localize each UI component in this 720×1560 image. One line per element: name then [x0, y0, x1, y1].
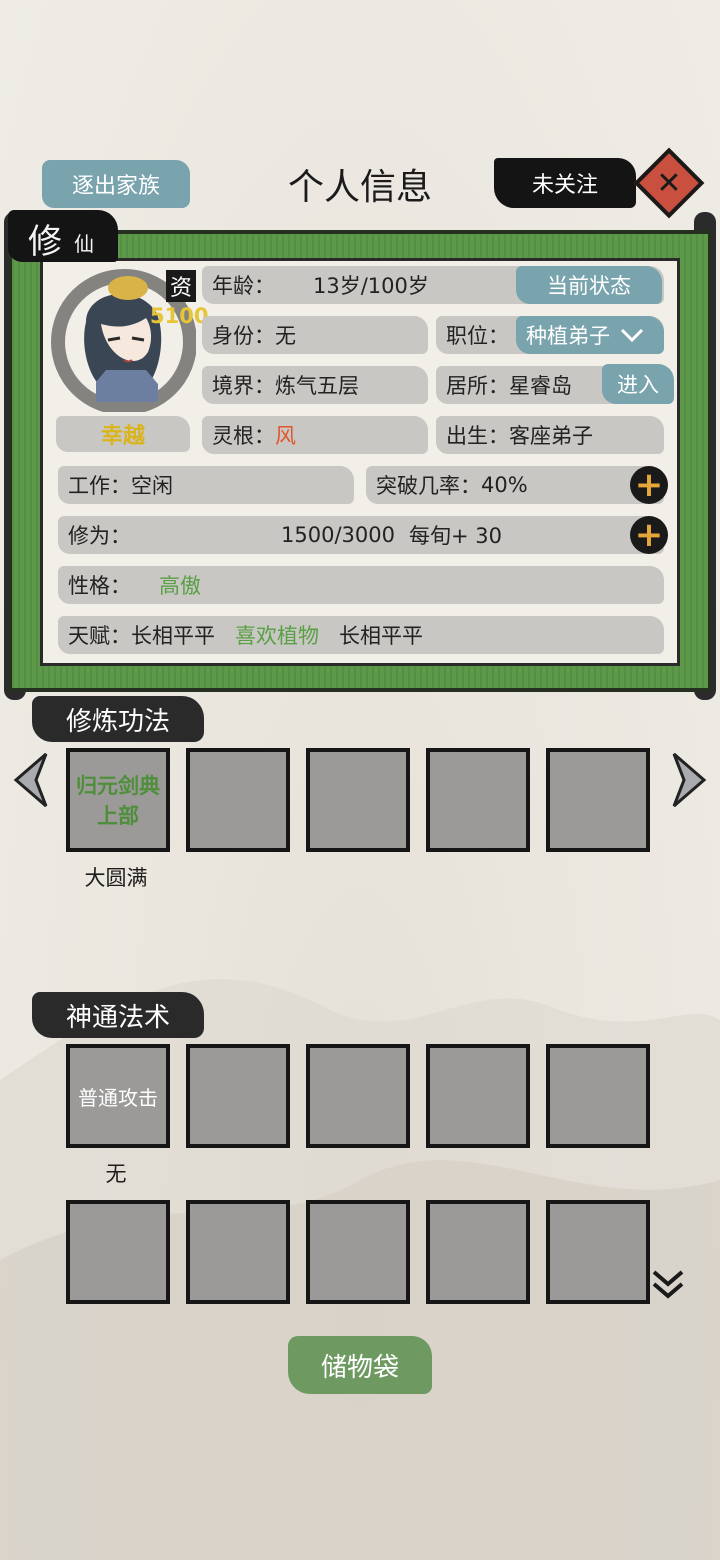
plus-icon: + — [634, 515, 664, 555]
birth-value: 客座弟子 — [509, 424, 593, 448]
enter-residence-button[interactable]: 进入 — [602, 364, 674, 404]
aptitude-label: 资 — [166, 270, 197, 302]
personality-label: 性格： — [68, 574, 131, 598]
talent-3: 长相平平 — [339, 624, 423, 648]
cultivation-rate: 每旬+ 30 — [408, 524, 502, 548]
aptitude-value: 5100 — [150, 304, 209, 328]
spirit-root-value: 风 — [275, 424, 296, 448]
breakthrough-field: 突破几率： 40% — [366, 466, 664, 504]
technique-name-line2: 上部 — [97, 804, 139, 828]
technique-name-line1: 归元剑典 — [76, 774, 160, 798]
tag-small-char: 仙 — [74, 232, 94, 256]
skill-slot-8[interactable] — [306, 1200, 410, 1304]
chevron-down-icon — [620, 328, 644, 343]
techniques-section-title: 修炼功法 — [32, 696, 204, 742]
skill-slot-1-status: 无 — [105, 1162, 127, 1186]
skill-slot-10[interactable] — [546, 1200, 650, 1304]
breakthrough-plus-button[interactable]: + — [630, 466, 668, 504]
storage-bag-button[interactable]: 储物袋 — [288, 1336, 432, 1394]
skill-slot-9[interactable] — [426, 1200, 530, 1304]
skill-slot-6[interactable] — [66, 1200, 170, 1304]
spirit-root-field: 灵根： 风 — [202, 416, 428, 454]
skill-slot-2[interactable] — [186, 1044, 290, 1148]
double-chevron-down-icon[interactable] — [650, 1268, 686, 1302]
tag-big-char: 修 — [28, 222, 62, 262]
age-label: 年龄： — [212, 274, 275, 298]
identity-field: 身份： 无 — [202, 316, 428, 354]
realm-value: 炼气五层 — [275, 374, 359, 398]
residence-label: 居所： — [446, 374, 509, 398]
skill-slot-5[interactable] — [546, 1044, 650, 1148]
skills-section-title: 神通法术 — [32, 992, 204, 1038]
talent-field: 天赋： 长相平平 喜欢植物 长相平平 — [58, 616, 664, 654]
realm-field: 境界： 炼气五层 — [202, 366, 428, 404]
work-field: 工作： 空闲 — [58, 466, 354, 504]
skill-name: 普通攻击 — [78, 1085, 158, 1110]
breakthrough-label: 突破几率： — [376, 474, 481, 498]
cultivation-label: 修为： — [68, 524, 131, 548]
arrow-left-icon[interactable] — [10, 750, 50, 810]
spirit-root-label: 灵根： — [212, 424, 275, 448]
work-value: 空闲 — [131, 474, 173, 498]
plus-icon: + — [634, 465, 664, 505]
cultivation-value: 1500/3000 — [281, 523, 395, 547]
age-value: 13岁/100岁 — [313, 274, 429, 298]
position-value: 种植弟子 — [526, 324, 610, 348]
cultivation-field: 修为： 1500/3000 每旬+ 30 — [58, 516, 664, 554]
realm-label: 境界： — [212, 374, 275, 398]
breakthrough-value: 40% — [481, 473, 528, 497]
birth-label: 出生： — [446, 424, 509, 448]
technique-slot-4[interactable] — [426, 748, 530, 852]
skill-slot-4[interactable] — [426, 1044, 530, 1148]
cultivation-plus-button[interactable]: + — [630, 516, 668, 554]
birth-field: 出生： 客座弟子 — [436, 416, 664, 454]
technique-slot-5[interactable] — [546, 748, 650, 852]
arrow-right-icon[interactable] — [670, 750, 710, 810]
skill-slot-3[interactable] — [306, 1044, 410, 1148]
work-label: 工作： — [68, 474, 131, 498]
current-status-button[interactable]: 当前状态 — [516, 266, 662, 304]
technique-slot-2[interactable] — [186, 748, 290, 852]
residence-value: 星睿岛 — [509, 374, 572, 398]
cultivation-tag: 修 仙 — [8, 210, 118, 262]
technique-slot-1[interactable]: 归元剑典 上部 — [66, 748, 170, 852]
expel-from-clan-button[interactable]: 逐出家族 — [42, 160, 190, 208]
technique-slot-3[interactable] — [306, 748, 410, 852]
character-name: 幸越 — [56, 416, 190, 452]
identity-value: 无 — [275, 324, 296, 348]
technique-slot-1-status: 大圆满 — [84, 866, 148, 890]
skill-slot-7[interactable] — [186, 1200, 290, 1304]
close-icon: ✕ — [656, 165, 682, 201]
identity-label: 身份： — [212, 324, 275, 348]
follow-button[interactable]: 未关注 — [494, 158, 636, 208]
position-dropdown[interactable]: 种植弟子 — [516, 316, 664, 354]
personality-value: 高傲 — [159, 574, 201, 598]
talent-label: 天赋： — [68, 624, 131, 648]
personality-field: 性格： 高傲 — [58, 566, 664, 604]
skill-slot-1[interactable]: 普通攻击 — [66, 1044, 170, 1148]
close-button[interactable]: ✕ — [633, 147, 705, 219]
talent-1: 长相平平 — [131, 624, 215, 648]
talent-2: 喜欢植物 — [235, 624, 319, 648]
position-label: 职位： — [446, 324, 509, 348]
